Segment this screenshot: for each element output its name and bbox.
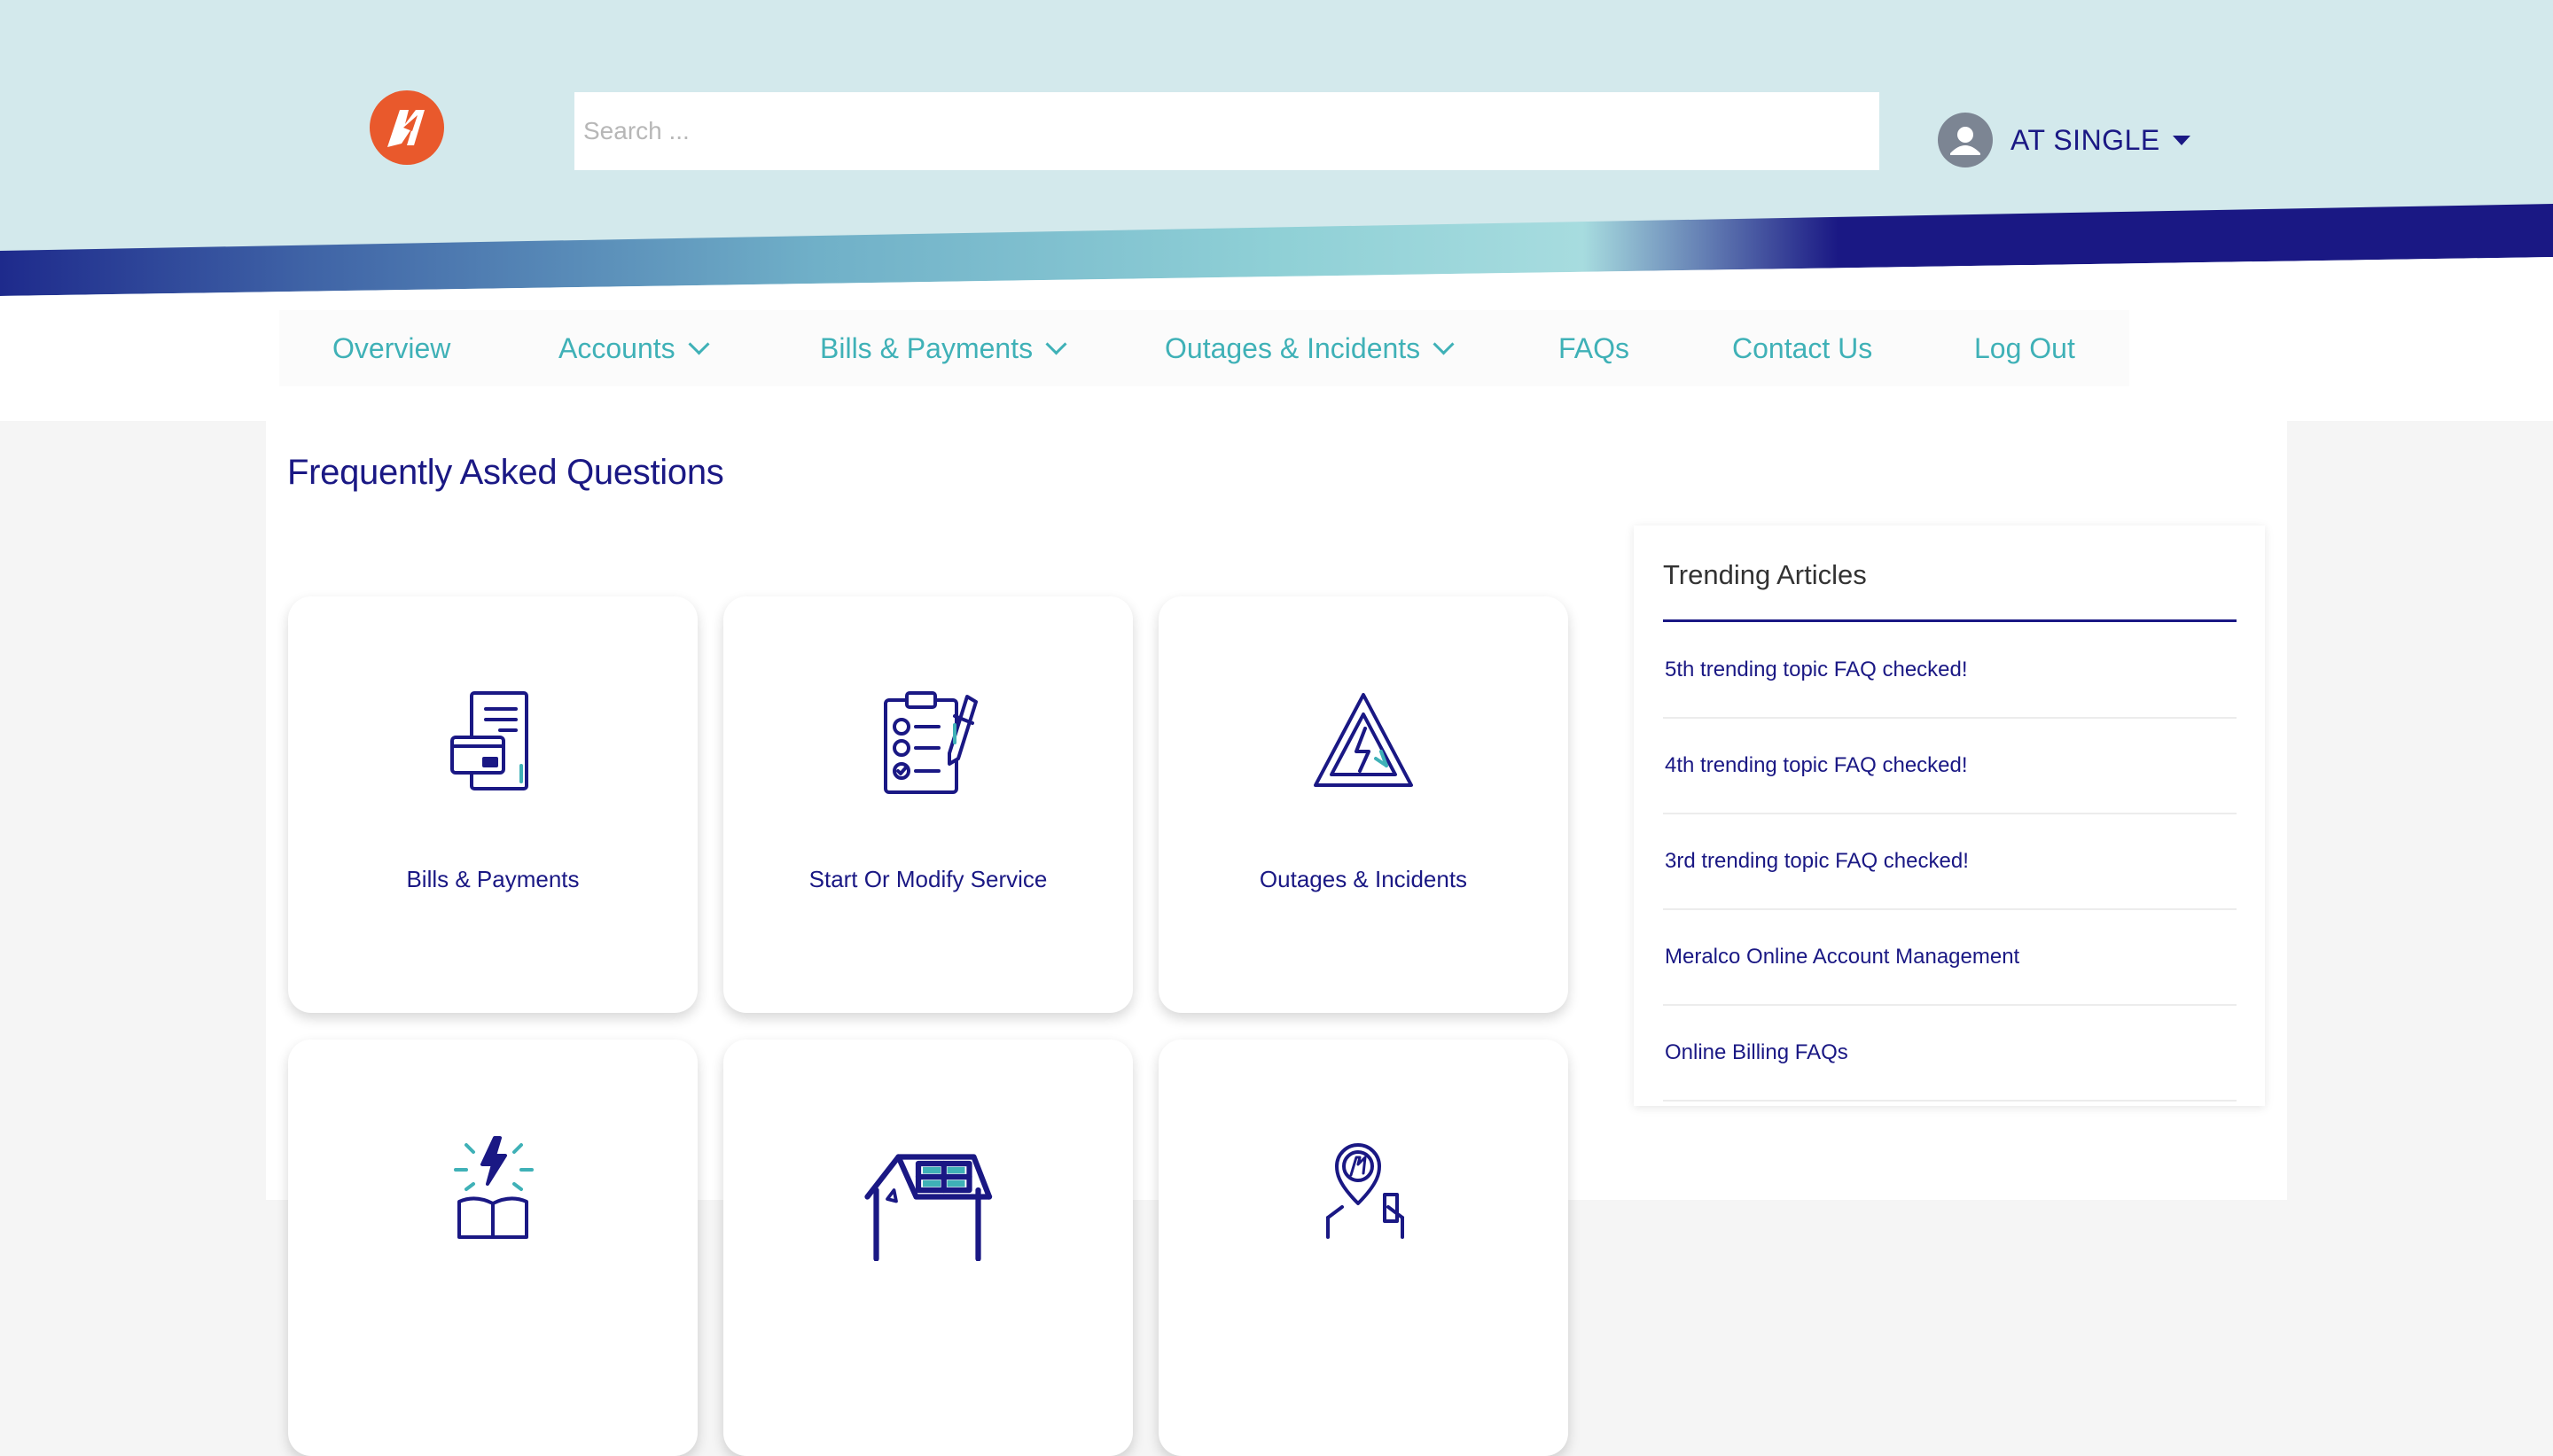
faq-category-card[interactable]	[1159, 1039, 1568, 1456]
trending-item: 3rd trending topic FAQ checked!	[1663, 814, 2237, 910]
trending-title: Trending Articles	[1663, 559, 1867, 590]
user-avatar-icon	[1938, 113, 1993, 167]
user-name: AT SINGLE	[2010, 123, 2160, 156]
trending-article-link[interactable]: 3rd trending topic FAQ checked!	[1663, 849, 1969, 874]
faq-content: Frequently Asked Questions Bills & Payme…	[266, 421, 2287, 1456]
nav-label: Outages & Incidents	[1165, 331, 1421, 364]
nav-outages-incidents[interactable]: Outages & Incidents	[1165, 310, 1455, 386]
trending-item: 4th trending topic FAQ checked!	[1663, 719, 2237, 814]
nav-label: Contact Us	[1732, 331, 1873, 364]
site-header: AT SINGLE Overview Accounts Bills & Paym…	[0, 0, 2553, 421]
card-label: Outages & Incidents	[1259, 866, 1468, 892]
nav-contact-us[interactable]: Contact Us	[1732, 310, 1872, 386]
nav-log-out[interactable]: Log Out	[1974, 310, 2075, 386]
trending-item: 5th trending topic FAQ checked!	[1663, 623, 2237, 719]
main-nav: Overview Accounts Bills & Payments Outag…	[279, 310, 2129, 386]
chevron-down-icon	[1045, 332, 1067, 355]
trending-item: Online Billing FAQs	[1663, 1006, 2237, 1102]
nav-label: Overview	[332, 331, 451, 364]
nav-label: FAQs	[1558, 331, 1630, 364]
faq-category-card[interactable]: Outages & Incidents	[1159, 596, 1568, 1013]
faq-category-card[interactable]	[723, 1039, 1133, 1456]
house-solar-panel-icon	[864, 1154, 993, 1261]
trending-item: Meralco Online Account Management	[1663, 910, 2237, 1006]
clipboard-checklist-icon	[884, 691, 978, 794]
chevron-down-icon	[1433, 332, 1455, 355]
nav-label: Bills & Payments	[820, 331, 1034, 364]
trending-article-link[interactable]: Online Billing FAQs	[1663, 1040, 1848, 1065]
trending-articles-panel: Trending Articles 5th trending topic FAQ…	[1634, 526, 2265, 1106]
page-title: Frequently Asked Questions	[287, 453, 724, 492]
meralco-logo-icon[interactable]	[368, 89, 446, 167]
card-label: Start Or Modify Service	[808, 866, 1048, 892]
nav-faqs[interactable]: FAQs	[1558, 310, 1629, 386]
faq-category-card[interactable]: Start Or Modify Service	[723, 596, 1133, 1013]
faq-category-card[interactable]: Bills & Payments	[288, 596, 698, 1013]
nav-label: Log Out	[1974, 331, 2075, 364]
nav-overview[interactable]: Overview	[332, 310, 450, 386]
user-menu[interactable]: AT SINGLE	[1938, 113, 2190, 167]
nav-accounts[interactable]: Accounts	[558, 310, 710, 386]
card-label: Bills & Payments	[406, 866, 580, 892]
location-pin-icon	[1326, 1143, 1404, 1239]
trending-article-link[interactable]: 4th trending topic FAQ checked!	[1663, 753, 1968, 778]
energy-book-icon	[454, 1136, 534, 1239]
electric-hazard-icon	[1314, 693, 1413, 787]
nav-label: Accounts	[558, 331, 675, 364]
bill-card-icon	[450, 691, 528, 790]
trending-divider	[1663, 619, 2237, 622]
faq-category-card[interactable]	[288, 1039, 698, 1456]
trending-article-link[interactable]: 5th trending topic FAQ checked!	[1663, 658, 1968, 682]
trending-article-link[interactable]: Meralco Online Account Management	[1663, 945, 2019, 969]
search-input[interactable]	[574, 92, 1879, 170]
caret-down-icon	[2172, 135, 2190, 145]
chevron-down-icon	[688, 332, 710, 355]
nav-bills-payments[interactable]: Bills & Payments	[820, 310, 1067, 386]
